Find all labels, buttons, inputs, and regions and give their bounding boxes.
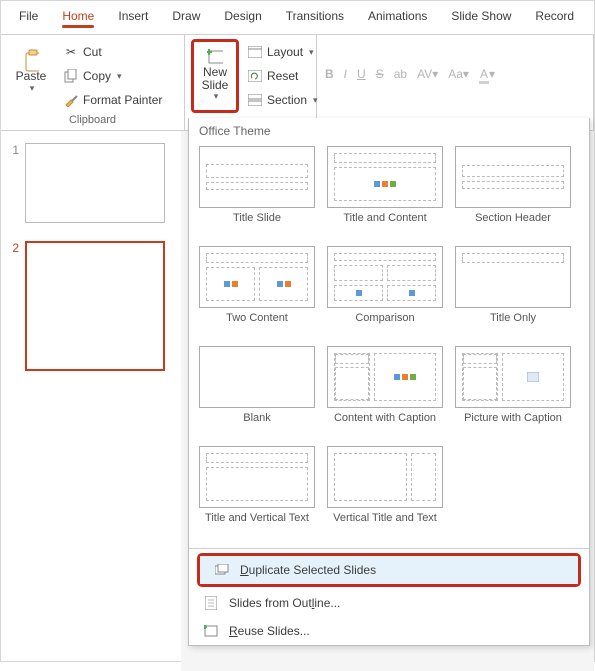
group-slides: New Slide ▾ Layout ▾ Reset Section ▾ [185,35,317,130]
group-clipboard: Paste ▾ ✂ Cut Copy ▾ [1,35,185,130]
duplicate-icon [214,562,230,578]
italic-button[interactable]: I [344,67,347,81]
section-icon [247,92,263,108]
slide-thumbnail-2[interactable] [25,241,165,371]
layout-picture-caption[interactable]: Picture with Caption [455,346,571,438]
dropdown-title: Office Theme [189,118,589,146]
tab-home[interactable]: Home [50,5,106,34]
section-label: Section [267,93,307,107]
slide-thumbnail-1[interactable] [25,143,165,223]
chevron-down-icon: ▾ [214,92,219,102]
layout-blank[interactable]: Blank [199,346,315,438]
font-color-button[interactable]: A▾ [479,67,495,81]
tab-file[interactable]: File [7,5,50,34]
format-painter-button[interactable]: Format Painter [59,89,166,111]
ribbon-tabs: File Home Insert Draw Design Transitions… [1,1,594,35]
section-button[interactable]: Section▾ [243,89,322,111]
highlight-duplicate: Duplicate Selected Slides [197,553,581,587]
layout-button[interactable]: Layout ▾ [243,41,322,63]
new-slide-dropdown: Office Theme Title Slide Title and Conte… [188,118,590,646]
tab-transitions[interactable]: Transitions [274,5,356,34]
layout-vertical-title-text[interactable]: Vertical Title and Text [327,446,443,538]
layout-section-header[interactable]: Section Header [455,146,571,238]
copy-icon [63,68,79,84]
layout-gallery: Title Slide Title and Content Section He… [189,146,589,544]
new-slide-label: New Slide [202,66,229,92]
paste-icon [23,54,39,70]
cut-button[interactable]: ✂ Cut [59,41,166,63]
layout-title-content[interactable]: Title and Content [327,146,443,238]
thumb-number: 1 [7,143,19,157]
layout-icon [247,44,263,60]
tab-slideshow[interactable]: Slide Show [439,5,523,34]
change-case-button[interactable]: Aa▾ [448,67,469,81]
layout-title-only[interactable]: Title Only [455,246,571,338]
tab-draw[interactable]: Draw [160,5,212,34]
underline-button[interactable]: U [357,67,366,81]
layout-two-content[interactable]: Two Content [199,246,315,338]
reset-button[interactable]: Reset [243,65,322,87]
tab-animations[interactable]: Animations [356,5,439,34]
new-slide-icon [207,50,223,66]
reset-label: Reset [267,69,298,83]
tab-insert[interactable]: Insert [106,5,160,34]
scissors-icon: ✂ [63,44,79,60]
new-slide-button[interactable]: New Slide ▾ [195,43,235,109]
shadow-button[interactable]: ab [394,67,407,81]
layout-label: Layout [267,45,303,59]
group-font: B I U S ab AV▾ Aa▾ A▾ [317,35,594,130]
layout-content-caption[interactable]: Content with Caption [327,346,443,438]
tab-design[interactable]: Design [212,5,273,34]
strike-button[interactable]: S [376,67,384,81]
copy-label: Copy [83,69,111,83]
layout-title-slide[interactable]: Title Slide [199,146,315,238]
slides-from-outline-item[interactable]: Slides from Outline... [189,589,589,617]
chevron-down-icon: ▾ [117,71,122,82]
ribbon: Paste ▾ ✂ Cut Copy ▾ [1,35,594,131]
reset-icon [247,68,263,84]
reuse-slides-item[interactable]: Reuse Slides... [189,617,589,645]
format-painter-label: Format Painter [83,93,162,107]
cut-label: Cut [83,45,102,59]
brush-icon [63,92,79,108]
group-label-clipboard: Clipboard [7,114,178,128]
copy-button[interactable]: Copy ▾ [59,65,166,87]
duplicate-slides-item[interactable]: Duplicate Selected Slides [200,556,578,584]
chevron-down-icon: ▾ [30,84,35,94]
paste-button[interactable]: Paste ▾ [7,39,55,109]
highlight-new-slide: New Slide ▾ [191,39,239,113]
char-spacing-button[interactable]: AV▾ [417,67,438,81]
tab-record[interactable]: Record [523,5,586,34]
slide-thumbnails: 1 2 [1,131,181,671]
layout-title-vertical-text[interactable]: Title and Vertical Text [199,446,315,538]
bold-button[interactable]: B [325,67,334,81]
outline-icon [203,595,219,611]
layout-comparison[interactable]: Comparison [327,246,443,338]
thumb-number: 2 [7,241,19,255]
chevron-down-icon: ▾ [309,47,314,58]
reuse-icon [203,623,219,639]
paste-label: Paste [16,70,47,83]
